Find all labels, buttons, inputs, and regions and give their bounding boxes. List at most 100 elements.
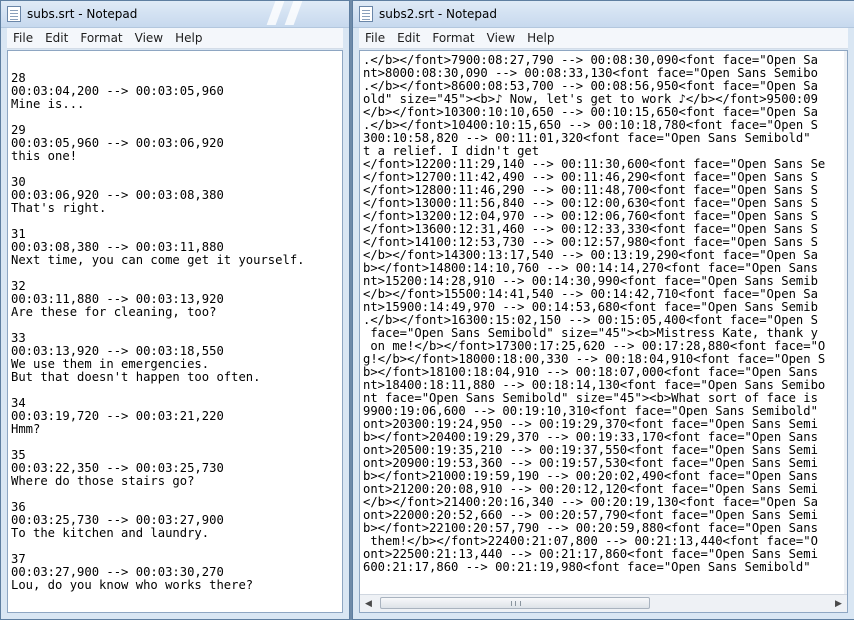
- text-line: nt>15200:14:28,910 --> 00:14:30,990<font…: [363, 274, 818, 288]
- text-line: t a relief. I didn't get: [363, 144, 540, 158]
- text-line: old" size="45"><b>♪ Now, let's get to wo…: [363, 92, 818, 106]
- text-line: </b></font>10300:10:10,650 --> 00:10:15,…: [363, 105, 818, 119]
- text-line: 00:03:27,900 --> 00:03:30,270: [11, 565, 224, 579]
- window-title: subs.srt - Notepad: [27, 7, 138, 21]
- text-line: Where do those stairs go?: [11, 474, 195, 488]
- text-line: face="Open Sans Semibold" size="45"><b>M…: [363, 326, 818, 340]
- menu-file[interactable]: File: [359, 31, 391, 45]
- text-line: </b></font>15500:14:41,540 --> 00:14:42,…: [363, 287, 818, 301]
- text-line: 35: [11, 448, 26, 462]
- text-line: </b></font>21400:20:16,340 --> 00:20:19,…: [363, 495, 818, 509]
- text-line: </b></font>14300:13:17,540 --> 00:13:19,…: [363, 248, 818, 262]
- text-line: That's right.: [11, 201, 107, 215]
- text-editor[interactable]: .</b></font>7900:08:27,790 --> 00:08:30,…: [359, 50, 848, 613]
- text-line: nt>15900:14:49,970 --> 00:14:53,680<font…: [363, 300, 818, 314]
- scrollbar-thumb[interactable]: [380, 597, 650, 609]
- text-line: g!</b></font>18000:18:00,330 --> 00:18:0…: [363, 352, 826, 366]
- text-line: b></font>21000:19:59,190 --> 00:20:02,49…: [363, 469, 818, 483]
- text-line: 00:03:06,920 --> 00:03:08,380: [11, 188, 224, 202]
- window-title: subs2.srt - Notepad: [379, 7, 498, 21]
- text-line: ont>21200:20:08,910 --> 00:20:12,120<fon…: [363, 482, 818, 496]
- text-line: this one!: [11, 149, 78, 163]
- text-line: 600:21:17,860 --> 00:21:19,980<font face…: [363, 560, 811, 574]
- text-line: </font>13000:11:56,840 --> 00:12:00,630<…: [363, 196, 818, 210]
- text-line: 34: [11, 396, 26, 410]
- text-line: 32: [11, 279, 26, 293]
- text-line: ont>22500:21:13,440 --> 00:21:17,860<fon…: [363, 547, 818, 561]
- text-line: 00:03:04,200 --> 00:03:05,960: [11, 84, 224, 98]
- notepad-window-subs[interactable]: subs.srt - Notepad File Edit Format View…: [0, 0, 350, 620]
- text-line: 00:03:25,730 --> 00:03:27,900: [11, 513, 224, 527]
- text-line: Hmm?: [11, 422, 41, 436]
- notepad-window-subs2[interactable]: subs2.srt - Notepad File Edit Format Vie…: [352, 0, 854, 620]
- text-line: .</b></font>16300:15:02,150 --> 00:15:05…: [363, 313, 818, 327]
- text-line: 00:03:05,960 --> 00:03:06,920: [11, 136, 224, 150]
- text-line: 28: [11, 71, 26, 85]
- text-line: 9900:19:06,600 --> 00:19:10,310<font fac…: [363, 404, 818, 418]
- vertical-scrollbar[interactable]: [844, 51, 847, 595]
- text-line: .</b></font>10400:10:15,650 --> 00:10:18…: [363, 118, 818, 132]
- menu-view[interactable]: View: [129, 31, 169, 45]
- text-line: </font>12800:11:46,290 --> 00:11:48,700<…: [363, 183, 818, 197]
- text-line: </font>13600:12:31,460 --> 00:12:33,330<…: [363, 222, 818, 236]
- title-bar[interactable]: subs2.srt - Notepad: [353, 1, 854, 28]
- text-line: them!</b></font>22400:21:07,800 --> 00:2…: [363, 534, 818, 548]
- text-line: To the kitchen and laundry.: [11, 526, 210, 540]
- menu-edit[interactable]: Edit: [39, 31, 74, 45]
- text-line: Mine is...: [11, 97, 85, 111]
- notepad-app-icon: [7, 6, 21, 22]
- text-line: ont>20900:19:53,360 --> 00:19:57,530<fon…: [363, 456, 818, 470]
- text-line: Lou, do you know who works there?: [11, 578, 254, 592]
- text-line: nt>18400:18:11,880 --> 00:18:14,130<font…: [363, 378, 826, 392]
- background-decoration: [251, 1, 349, 27]
- text-line: </font>12700:11:42,490 --> 00:11:46,290<…: [363, 170, 818, 184]
- text-editor[interactable]: 28 00:03:04,200 --> 00:03:05,960 Mine is…: [7, 50, 343, 613]
- text-line: nt>8000:08:30,090 --> 00:08:33,130<font …: [363, 66, 818, 80]
- text-line: nt face="Open Sans Semibold" size="45"><…: [363, 391, 818, 405]
- text-line: .</b></font>8600:08:53,700 --> 00:08:56,…: [363, 79, 818, 93]
- horizontal-scrollbar[interactable]: ◀ ▶: [360, 594, 847, 612]
- text-line: ont>20300:19:24,950 --> 00:19:29,370<fon…: [363, 417, 818, 431]
- text-line: 33: [11, 331, 26, 345]
- grip-icon: [511, 601, 521, 606]
- text-line: 00:03:11,880 --> 00:03:13,920: [11, 292, 224, 306]
- menu-bar: File Edit Format View Help: [7, 28, 343, 49]
- text-line: on me!</b></font>17300:17:25,620 --> 00:…: [363, 339, 826, 353]
- menu-format[interactable]: Format: [74, 31, 128, 45]
- text-line: 29: [11, 123, 26, 137]
- menu-help[interactable]: Help: [169, 31, 208, 45]
- menu-file[interactable]: File: [7, 31, 39, 45]
- text-line: 31: [11, 227, 26, 241]
- text-line: 00:03:22,350 --> 00:03:25,730: [11, 461, 224, 475]
- text-line: But that doesn't happen too often.: [11, 370, 261, 384]
- text-line: ont>20500:19:35,210 --> 00:19:37,550<fon…: [363, 443, 818, 457]
- text-line: 30: [11, 175, 26, 189]
- text-line: </font>12200:11:29,140 --> 00:11:30,600<…: [363, 157, 826, 171]
- text-line: 36: [11, 500, 26, 514]
- text-line: b></font>22100:20:57,790 --> 00:20:59,88…: [363, 521, 818, 535]
- menu-format[interactable]: Format: [426, 31, 480, 45]
- text-line: Are these for cleaning, too?: [11, 305, 217, 319]
- scroll-right-arrow-icon[interactable]: ▶: [830, 595, 847, 612]
- text-line: 00:03:19,720 --> 00:03:21,220: [11, 409, 224, 423]
- editor-text[interactable]: 28 00:03:04,200 --> 00:03:05,960 Mine is…: [8, 51, 342, 592]
- text-line: 00:03:08,380 --> 00:03:11,880: [11, 240, 224, 254]
- editor-text[interactable]: .</b></font>7900:08:27,790 --> 00:08:30,…: [360, 51, 847, 574]
- text-line: We use them in emergencies.: [11, 357, 210, 371]
- text-line: </font>14100:12:53,730 --> 00:12:57,980<…: [363, 235, 818, 249]
- text-line: .</b></font>7900:08:27,790 --> 00:08:30,…: [363, 53, 818, 67]
- menu-view[interactable]: View: [481, 31, 521, 45]
- menu-help[interactable]: Help: [521, 31, 560, 45]
- text-line: 00:03:13,920 --> 00:03:18,550: [11, 344, 224, 358]
- notepad-app-icon: [359, 6, 373, 22]
- scroll-left-arrow-icon[interactable]: ◀: [360, 595, 377, 612]
- text-line: ont>22000:20:52,660 --> 00:20:57,790<fon…: [363, 508, 818, 522]
- text-line: 37: [11, 552, 26, 566]
- text-line: </font>13200:12:04,970 --> 00:12:06,760<…: [363, 209, 818, 223]
- text-line: b></font>20400:19:29,370 --> 00:19:33,17…: [363, 430, 818, 444]
- menu-edit[interactable]: Edit: [391, 31, 426, 45]
- text-line: Next time, you can come get it yourself.: [11, 253, 305, 267]
- text-line: b></font>18100:18:04,910 --> 00:18:07,00…: [363, 365, 818, 379]
- text-line: 300:10:58,820 --> 00:11:01,320<font face…: [363, 131, 811, 145]
- text-line: b></font>14800:14:10,760 --> 00:14:14,27…: [363, 261, 818, 275]
